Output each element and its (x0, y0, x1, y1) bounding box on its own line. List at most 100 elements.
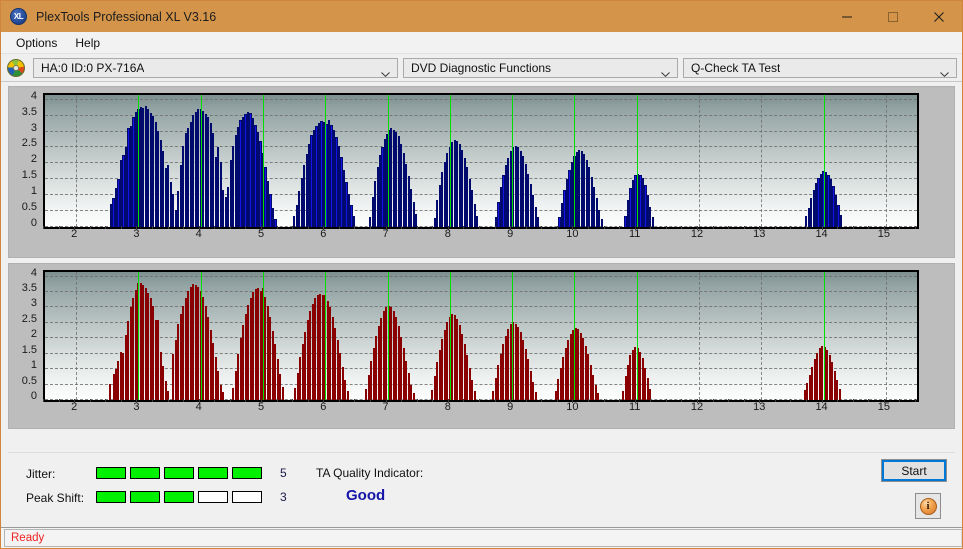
chart-bar (833, 370, 836, 400)
chart-bar (410, 188, 413, 227)
x-axis-minor-tick (354, 399, 356, 402)
x-axis-minor-tick (479, 226, 480, 229)
gridline-vertical (449, 272, 451, 400)
x-axis-minor-tick (338, 226, 340, 229)
gridline-horizontal (45, 146, 917, 148)
chart-bar (154, 122, 157, 227)
x-axis-tick (572, 226, 574, 230)
chart-bar (559, 367, 562, 400)
chart-bar (509, 324, 512, 400)
x-axis-tick (198, 226, 200, 230)
gridline-vertical (325, 272, 327, 400)
function-select[interactable]: DVD Diagnostic Functions (403, 57, 678, 78)
x-axis-minor-tick (556, 399, 558, 402)
chart-bar (387, 305, 390, 400)
chart-bar (407, 372, 410, 400)
chart-bar (497, 201, 500, 227)
chart-bar (826, 350, 829, 400)
chart-bar (335, 137, 338, 227)
chart-bar (254, 124, 257, 227)
chart-bar (834, 194, 838, 227)
gridline-vertical (574, 95, 576, 227)
gridline-horizontal (45, 178, 917, 180)
peak-shift-value: 3 (280, 490, 287, 504)
marker-line (325, 272, 327, 400)
marker-line (823, 95, 825, 227)
marker-line (574, 95, 576, 227)
chart-bar (312, 130, 316, 227)
minimize-button[interactable] (824, 1, 870, 32)
chart-bar (468, 178, 471, 227)
y-axis-tick-label: 1.5 (21, 169, 37, 182)
chart-bar (589, 364, 592, 400)
close-button[interactable] (916, 1, 962, 32)
chart-bar (114, 188, 118, 227)
menu-item-options[interactable]: Options (7, 34, 66, 52)
y-axis-tick-label: 0 (30, 217, 37, 229)
meter-segment (164, 491, 194, 503)
maximize-button[interactable] (870, 1, 916, 32)
chart-bar (271, 207, 275, 227)
y-axis-tick-label: 4 (30, 266, 37, 279)
test-select[interactable]: Q-Check TA Test (683, 57, 957, 78)
x-axis-minor-tick (915, 226, 916, 229)
chart-bar (499, 187, 502, 227)
chart-bar (247, 305, 250, 400)
gridline-horizontal (45, 291, 917, 293)
chart-bar (182, 145, 185, 227)
x-axis-minor-tick (401, 399, 403, 402)
x-axis-minor-tick (89, 226, 91, 229)
x-axis-minor-tick (432, 399, 434, 402)
chart-bar (644, 185, 647, 227)
chart-bar (371, 196, 374, 227)
start-button[interactable]: Start (881, 459, 947, 482)
jitter-x-axis-labels: 2 3 4 5 6 7 8 9 10 11 12 13 14 15 (43, 226, 919, 244)
x-axis-minor-tick (58, 399, 60, 402)
chart-bar (379, 155, 382, 227)
chart-bar (331, 316, 334, 400)
chart-bar (438, 185, 441, 227)
chart-bar (239, 338, 242, 400)
chart-bar (502, 175, 505, 227)
y-axis-tick-label: 0.5 (21, 374, 37, 387)
x-axis-minor-tick (58, 226, 60, 229)
tqi-label: TA Quality Indicator: (316, 466, 424, 480)
chart-bar (276, 359, 279, 400)
chart-bar (324, 294, 327, 400)
chart-bar (817, 177, 820, 227)
chart-bar (242, 325, 245, 400)
chart-bar (578, 150, 581, 227)
marker-line (823, 272, 825, 400)
y-axis-tick-label: 0.5 (21, 201, 37, 214)
chart-bar (466, 167, 469, 227)
gridline-vertical (387, 95, 389, 227)
chart-bar (129, 307, 132, 400)
chart-bar (134, 289, 137, 400)
chart-bar (574, 327, 577, 400)
x-axis-minor-tick (105, 399, 107, 402)
info-button[interactable]: i (915, 493, 941, 519)
drive-select[interactable]: HA:0 ID:0 PX-716A (33, 57, 398, 78)
chart-bar (438, 350, 441, 400)
chart-bar (372, 347, 375, 400)
chart-bar (532, 382, 535, 400)
chart-bar (251, 118, 255, 227)
x-axis-minor-tick (276, 226, 278, 229)
marker-line (512, 95, 514, 227)
x-axis-minor-tick (728, 399, 730, 402)
marker-line (512, 272, 514, 400)
x-axis-minor-tick (43, 226, 44, 229)
marker-line (387, 272, 389, 400)
x-axis-minor-tick (806, 226, 807, 229)
gridline-vertical (885, 95, 887, 227)
menu-item-help[interactable]: Help (66, 34, 109, 52)
gridline-horizontal (45, 130, 917, 132)
x-axis-tick (883, 226, 885, 230)
gridline-vertical (138, 272, 140, 400)
chart-bar (182, 305, 185, 400)
gridline-vertical (138, 95, 140, 227)
chart-bar (592, 374, 595, 400)
chart-bar (395, 317, 398, 400)
chart-bar (821, 345, 824, 400)
gridline-vertical (263, 95, 264, 227)
